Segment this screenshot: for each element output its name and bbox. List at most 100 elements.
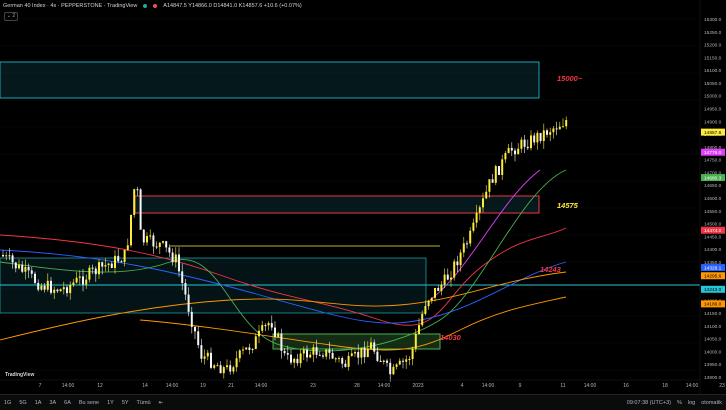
- time-tick-label: 12: [97, 383, 103, 389]
- candle-body: [37, 282, 40, 290]
- clock[interactable]: 09:07:38 (UTC+3): [627, 400, 671, 406]
- candle-body: [539, 132, 542, 141]
- candle-body: [98, 262, 100, 275]
- price-badge-label: 14680.3: [704, 175, 722, 181]
- tf-5y[interactable]: 5Y: [118, 400, 133, 406]
- price-chart[interactable]: 15000~ 14575 14243 14030 15300.0 15250.0 15200…: [0, 0, 726, 409]
- candle-body: [101, 262, 104, 267]
- symbol-title[interactable]: German 40 Index · 4s · PEPPERSTONE · Tra…: [3, 3, 137, 9]
- annotation-label: 15000~: [557, 74, 583, 83]
- price-tick-label: 14950.0: [704, 107, 722, 113]
- candle-body: [27, 267, 30, 271]
- candle-body: [376, 351, 379, 361]
- candle-body: [565, 120, 568, 127]
- candle-body: [379, 360, 382, 362]
- candle-body: [494, 166, 497, 183]
- candle-body: [488, 179, 491, 192]
- candle-body: [187, 294, 190, 312]
- date-range-icon[interactable]: ⇤: [155, 400, 168, 406]
- tf-all[interactable]: Tümü: [133, 400, 155, 406]
- price-tick-label: 15300.0: [704, 17, 722, 23]
- price-tick-label: 14750.0: [704, 158, 722, 164]
- price-tick-label: 14600.0: [704, 196, 722, 202]
- tf-1a[interactable]: 1A: [31, 400, 46, 406]
- candle-body: [542, 130, 545, 141]
- indicators-collapse-button[interactable]: ⌄ 2: [4, 12, 18, 21]
- candle-body: [360, 348, 363, 358]
- candle-body: [120, 261, 123, 263]
- tf-3a[interactable]: 3A: [45, 400, 60, 406]
- auto-toggle[interactable]: otomatik: [701, 400, 722, 406]
- candle-body: [130, 214, 132, 246]
- tf-ytd[interactable]: Bu sene: [75, 400, 103, 406]
- price-tick-label: 15050.0: [704, 81, 722, 87]
- candle-body: [370, 342, 372, 349]
- candle-body: [434, 287, 436, 298]
- time-tick-label: 23: [719, 383, 725, 389]
- candle-body: [526, 146, 529, 149]
- candle-body: [235, 358, 238, 368]
- candle-body: [142, 229, 145, 243]
- time-tick-label: 2023: [412, 383, 423, 389]
- candle-body: [18, 264, 20, 269]
- candle-body: [318, 354, 321, 356]
- log-toggle[interactable]: log: [688, 400, 695, 406]
- candle-body: [267, 323, 270, 326]
- price-tick-label: 14900.0: [704, 119, 722, 125]
- candle-body: [94, 268, 97, 275]
- time-tick-label: 14: [142, 383, 148, 389]
- candle-body: [341, 358, 344, 364]
- candle-body: [184, 282, 187, 295]
- candle-body: [75, 277, 78, 283]
- price-tick-label: 15150.0: [704, 55, 722, 61]
- tf-1g[interactable]: 1G: [0, 400, 15, 406]
- annotation-label: 14575: [557, 201, 579, 210]
- time-tick-label: 9: [519, 383, 522, 389]
- candle-body: [510, 147, 513, 151]
- candle-body: [53, 289, 56, 293]
- candle-body: [338, 358, 340, 360]
- annotation-label: 14030: [440, 333, 462, 342]
- tf-5g[interactable]: 5G: [15, 400, 30, 406]
- candle-body: [139, 189, 142, 230]
- time-tick-label: 28: [354, 383, 360, 389]
- price-tick-label: 14550.0: [704, 209, 722, 215]
- percent-toggle[interactable]: %: [677, 400, 682, 406]
- price-badge-label: 14779.0: [704, 150, 722, 156]
- candle-body: [430, 297, 433, 301]
- candle-body: [315, 347, 318, 355]
- chart-header: German 40 Index · 4s · PEPPERSTONE · Tra…: [3, 3, 302, 9]
- candle-body: [469, 230, 472, 244]
- candle-body: [264, 325, 267, 327]
- candle-body: [552, 128, 555, 133]
- price-tick-label: 14650.0: [704, 183, 722, 189]
- time-tick-label: 7: [39, 383, 42, 389]
- price-tick-label: 14450.0: [704, 234, 722, 240]
- candle-body: [485, 191, 488, 199]
- tf-1y[interactable]: 1Y: [103, 400, 118, 406]
- candle-body: [299, 353, 302, 364]
- candle-body: [507, 147, 510, 154]
- candle-body: [402, 360, 404, 362]
- candle-body: [446, 274, 449, 280]
- candle-body: [69, 284, 72, 294]
- candle-body: [456, 261, 459, 266]
- tradingview-logo[interactable]: TradingView: [5, 372, 34, 378]
- candle-body: [350, 353, 353, 356]
- candle-body: [24, 267, 27, 272]
- candle-body: [168, 247, 171, 253]
- price-tick-label: 13950.0: [704, 362, 722, 368]
- candle-body: [466, 243, 468, 245]
- candle-body: [354, 352, 356, 354]
- bottom-toolbar: 1G 5G 1A 3A 6A Bu sene 1Y 5Y Tümü ⇤ 09:0…: [0, 394, 726, 410]
- candle-body: [533, 135, 536, 143]
- candle-body: [149, 235, 152, 237]
- candle-body: [437, 287, 440, 291]
- candle-body: [322, 355, 324, 357]
- tf-6a[interactable]: 6A: [60, 400, 75, 406]
- candle-body: [290, 354, 292, 363]
- time-tick-label: 14:00: [166, 383, 179, 389]
- ohlc-values: A14847.5 Y14866.0 D14841.0 K14857.6 +10.…: [163, 3, 302, 9]
- candle-body: [229, 365, 232, 372]
- candle-body: [472, 222, 475, 231]
